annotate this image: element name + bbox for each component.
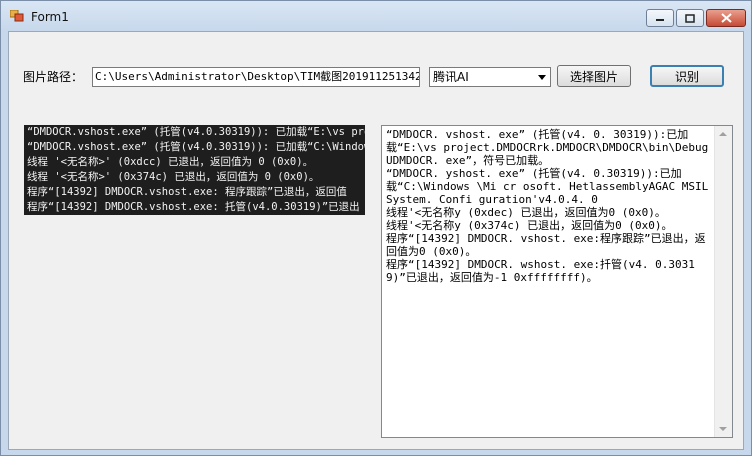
choose-image-button[interactable]: 选择图片 (557, 65, 631, 87)
preview-line: 线程 '<无名称>' (0x374c) 已退出，返回值为 0 (0x0)。 (27, 171, 320, 183)
engine-select[interactable]: 腾讯AI (429, 67, 551, 87)
path-label: 图片路径： (23, 70, 84, 84)
scroll-up-icon[interactable] (719, 132, 727, 136)
close-button[interactable] (706, 9, 746, 27)
title-bar[interactable]: Form1 (1, 1, 751, 31)
preview-line: 线程 '<无名称>' (0xdcc) 已退出，返回值为 0 (0x0)。 (27, 156, 314, 168)
path-input[interactable]: C:\Users\Administrator\Desktop\TIM截图2019… (92, 67, 420, 87)
minimize-button[interactable] (646, 9, 674, 27)
image-preview: “DMDOCR.vshost.exe” (托管(v4.0.30319)): 已加… (24, 125, 365, 215)
scroll-down-icon[interactable] (719, 427, 727, 431)
app-icon (10, 10, 24, 22)
app-window: Form1 图片路径： C:\Users\Administrator\Deskt… (0, 0, 752, 456)
minimize-icon (656, 19, 664, 21)
engine-selected-value: 腾讯AI (433, 70, 469, 84)
preview-line: “DMDOCR.vshost.exe” (托管(v4.0.30319)): 已加… (27, 126, 365, 138)
vertical-scrollbar[interactable] (714, 126, 732, 437)
form-client-area: 图片路径： C:\Users\Administrator\Desktop\TIM… (8, 31, 744, 450)
recognize-button[interactable]: 识别 (650, 65, 724, 87)
chevron-down-icon[interactable] (538, 75, 546, 80)
result-textbox[interactable]: “DMDOCR. vshost. exe” (托管(v4. 0. 30319))… (381, 125, 733, 438)
window-title: Form1 (31, 10, 69, 24)
preview-line: “DMDOCR.vshost.exe” (托管(v4.0.30319)): 已加… (27, 141, 365, 153)
preview-line: 程序“[14392] DMDOCR.vshost.exe: 托管(v4.0.30… (27, 201, 360, 213)
close-icon (720, 13, 732, 23)
maximize-icon (685, 13, 695, 23)
preview-line: 程序“[14392] DMDOCR.vshost.exe: 程序跟踪”已退出，返… (27, 186, 347, 198)
maximize-button[interactable] (676, 9, 704, 27)
result-text: “DMDOCR. vshost. exe” (托管(v4. 0. 30319))… (386, 128, 709, 284)
